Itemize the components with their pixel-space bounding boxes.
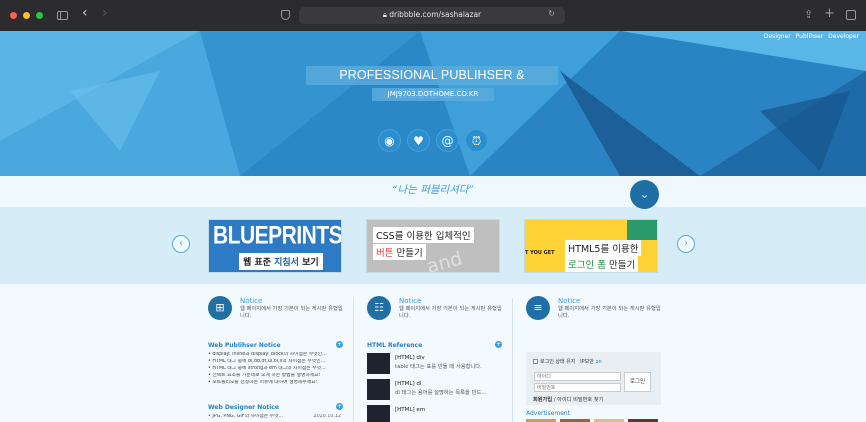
nav-publisher[interactable]: Publihser <box>796 33 824 40</box>
carousel-card-html5-login[interactable]: T YOU GET HTML5를 이용한 로그인 폼 만들기 <box>524 219 658 273</box>
card-label-line1: HTML5를 이용한 <box>565 240 642 256</box>
close-window-button[interactable] <box>10 12 17 19</box>
advertisement-title: Advertisement <box>526 410 571 417</box>
more-button[interactable]: + <box>336 341 343 348</box>
account-links: 회원가입 / 아이디 비밀번호 찾기 <box>533 396 603 403</box>
reload-icon[interactable]: ↻ <box>548 9 555 18</box>
thumbnail <box>367 379 390 400</box>
more-button[interactable]: + <box>495 341 502 348</box>
notice-title[interactable]: Notice <box>558 297 580 305</box>
notice-description: 웹 페이지에서 가장 기본이 되는 게시판 유형입니다. <box>558 306 661 319</box>
chevron-right-icon: › <box>684 238 688 249</box>
list-item[interactable]: • 포트폴리오를 선정하는 이유에 대하여 설명해주세요! <box>208 380 343 387</box>
login-options: 로그인 상태 유지 IP보안 on <box>533 358 602 365</box>
top-nav: Designer Publihser Developer <box>761 33 859 40</box>
card-label-line2: 로그인 폼 만들기 <box>565 256 639 272</box>
slogan-band: “나는 퍼블리셔다” <box>0 176 866 207</box>
hero-subtitle[interactable]: JMJ9703.DOTHOME.CO.KR <box>372 88 494 101</box>
featured-carousel: ‹ › BLUEPRINTS 웹 표준 지침서 보기 and inte CSS를… <box>0 207 866 284</box>
lock-icon: 🔒︎ <box>382 10 387 19</box>
card-decoration <box>627 220 657 240</box>
minimize-window-button[interactable] <box>23 12 30 19</box>
item-date: 2020.10.12 <box>313 414 341 419</box>
document-icon: ☷ <box>367 296 391 320</box>
hero-banner: Designer Publihser Developer PROFESSIONA… <box>0 31 866 176</box>
list-item[interactable]: • JPG, PNG, GIF의 차이점은 무엇... 2020.10.12 <box>208 414 343 421</box>
carousel-prev-button[interactable]: ‹ <box>172 235 190 253</box>
carousel-card-css-button[interactable]: and inte CSS를 이용한 입체적인 버튼 만들기 <box>366 219 500 273</box>
list-item[interactable]: • HTML 태그 중에 dl,dd,dt,ul,ol,li의 차이점은 무엇인… <box>208 359 343 366</box>
notice-title[interactable]: Notice <box>240 297 262 305</box>
at-icon[interactable]: @ <box>436 129 459 152</box>
password-input[interactable] <box>534 383 621 392</box>
reference-item[interactable]: [HTML] dl dl 태그는 용어를 설명하는 목록을 만드... <box>367 379 502 401</box>
alarm-icon[interactable]: ⏰︎ <box>465 129 488 152</box>
hero-title: PROFESSIONAL PUBLIHSER & DESIGNER <box>306 66 558 101</box>
section-title[interactable]: Web Publihser Notice <box>208 342 281 349</box>
login-form: 로그인 상태 유지 IP보안 on 로그인 회원가입 / 아이디 비밀번호 찾기 <box>526 352 661 405</box>
tab-overview-icon[interactable] <box>846 10 856 20</box>
section-title[interactable]: Web Designer Notice <box>208 404 279 411</box>
chart-icon: ≡ <box>526 296 550 320</box>
list-item[interactable]: • HTML 태그 중에 strong과 em 태그의 차이점은 무엇... <box>208 366 343 373</box>
new-tab-icon[interactable]: + <box>824 7 835 21</box>
more-button[interactable]: + <box>336 403 343 410</box>
id-input[interactable] <box>534 372 621 381</box>
url-text: dribbble.com/sashalazar <box>389 10 482 19</box>
back-arrow-icon[interactable]: ‹ <box>82 6 88 20</box>
card-label-line2: 버튼 만들기 <box>373 244 426 260</box>
join-link[interactable]: 회원가입 <box>533 397 552 403</box>
card-side-text: T YOU GET <box>525 250 555 256</box>
slogan-text: “나는 퍼블리셔다” <box>392 184 474 196</box>
forward-arrow-icon[interactable]: › <box>102 6 108 20</box>
find-account-link[interactable]: / 아이디 비밀번호 찾기 <box>552 397 604 403</box>
ip-secure-toggle[interactable]: on <box>595 359 601 365</box>
carousel-card-blueprints[interactable]: BLUEPRINTS 웹 표준 지침서 보기 <box>208 219 342 273</box>
address-bar[interactable]: 🔒︎ dribbble.com/sashalazar ↻ <box>299 7 565 24</box>
nav-developer[interactable]: Developer <box>828 33 859 40</box>
board-icon: ⊞ <box>208 296 232 320</box>
scroll-down-button[interactable]: ⌄ <box>630 180 659 209</box>
notice-description: 웹 페이지에서 가장 기본이 되는 게시판 유형입니다. <box>399 306 502 319</box>
heart-icon[interactable]: ♥ <box>407 129 430 152</box>
notice-title[interactable]: Notice <box>399 297 421 305</box>
reference-item[interactable]: [HTML] div table 태그는 표를 만들 때 사용합니다. <box>367 353 502 375</box>
carousel-next-button[interactable]: › <box>677 235 695 253</box>
content-area: ⊞ Notice 웹 페이지에서 가장 기본이 되는 게시판 유형입니다. We… <box>0 284 866 422</box>
card-background-text: and inte <box>424 247 471 273</box>
thumbnail <box>367 353 390 374</box>
target-icon[interactable]: ◉ <box>378 129 401 152</box>
reference-item[interactable]: [HTML] em <box>367 405 502 422</box>
privacy-shield-icon[interactable] <box>281 10 290 20</box>
thumbnail <box>367 405 390 422</box>
keep-login-checkbox[interactable] <box>533 359 538 364</box>
chevron-down-icon: ⌄ <box>639 188 650 201</box>
card-heading: BLUEPRINTS <box>213 222 342 250</box>
card-label-line1: CSS를 이용한 입체적인 <box>373 227 474 243</box>
card-label: 웹 표준 지침서 보기 <box>239 253 323 270</box>
notice-description: 웹 페이지에서 가장 기본이 되는 게시판 유형입니다. <box>240 306 343 319</box>
list-item[interactable]: • 전택트 요소를 가운데로 오게 하는 방법을 설명하세요! <box>208 373 343 380</box>
maximize-window-button[interactable] <box>36 12 43 19</box>
section-title[interactable]: HTML Reference <box>367 342 422 349</box>
column-divider <box>512 298 513 422</box>
column-divider <box>353 298 354 422</box>
chevron-left-icon: ‹ <box>179 238 183 249</box>
login-button[interactable]: 로그인 <box>624 372 651 392</box>
sidebar-toggle-icon[interactable] <box>57 11 68 20</box>
share-icon[interactable]: ⇪ <box>804 8 813 22</box>
browser-toolbar: ‹ › 🔒︎ dribbble.com/sashalazar ↻ ⇪ + <box>0 0 866 31</box>
list-item[interactable]: • display: inline과 display: block의 차이점은 … <box>208 352 343 359</box>
nav-designer[interactable]: Designer <box>764 33 791 40</box>
